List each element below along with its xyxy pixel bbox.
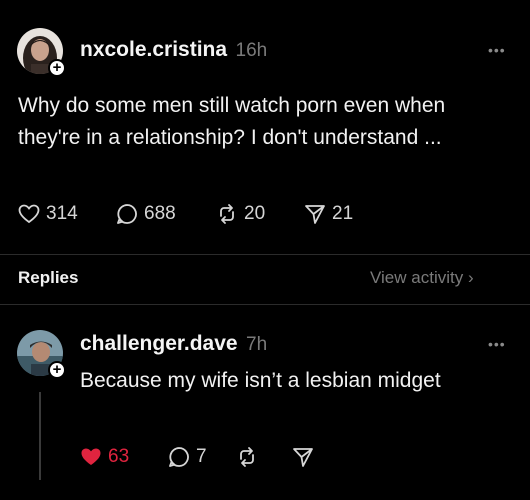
like-count: 63 <box>108 446 130 467</box>
thread-line <box>39 392 41 480</box>
comment-button[interactable]: 7 <box>168 446 236 468</box>
like-count: 314 <box>46 203 78 224</box>
section-divider <box>0 304 530 305</box>
more-options-icon[interactable]: ••• <box>488 336 506 352</box>
comment-count: 688 <box>144 203 176 224</box>
comment-icon <box>169 447 189 467</box>
share-button[interactable] <box>292 446 332 468</box>
repost-count: 20 <box>244 203 266 224</box>
repost-button[interactable] <box>236 446 292 468</box>
reply-author-avatar[interactable]: + <box>17 330 66 379</box>
share-button[interactable]: 21 <box>304 203 384 225</box>
share-icon <box>305 205 325 224</box>
reply-text: Because my wife isn’t a lesbian midget <box>80 369 441 392</box>
post-timestamp: 16h <box>235 40 268 61</box>
heart-icon <box>18 204 40 224</box>
like-button[interactable]: 63 <box>80 446 168 468</box>
reply-username[interactable]: challenger.dave <box>80 332 238 355</box>
comment-icon <box>117 204 137 224</box>
follow-plus-icon[interactable]: + <box>48 59 66 77</box>
post-username[interactable]: nxcole.cristina <box>80 38 227 61</box>
view-activity-link[interactable]: View activity › <box>370 268 474 288</box>
comment-button[interactable]: 688 <box>116 203 216 225</box>
reply-timestamp: 7h <box>246 334 268 355</box>
follow-plus-icon[interactable]: + <box>48 361 66 379</box>
repost-button[interactable]: 20 <box>216 203 304 225</box>
repost-icon <box>220 204 234 224</box>
post-text: Why do some men still watch porn even wh… <box>18 94 446 149</box>
heart-filled-icon <box>81 448 101 465</box>
share-count: 21 <box>332 203 354 224</box>
repost-icon <box>240 447 254 467</box>
comment-count: 7 <box>196 446 207 467</box>
like-button[interactable]: 314 <box>18 203 116 225</box>
post-author-avatar[interactable]: + <box>17 28 66 77</box>
share-icon <box>293 448 313 467</box>
section-divider <box>0 254 530 255</box>
replies-heading: Replies <box>18 268 79 287</box>
more-options-icon[interactable]: ••• <box>488 42 506 58</box>
